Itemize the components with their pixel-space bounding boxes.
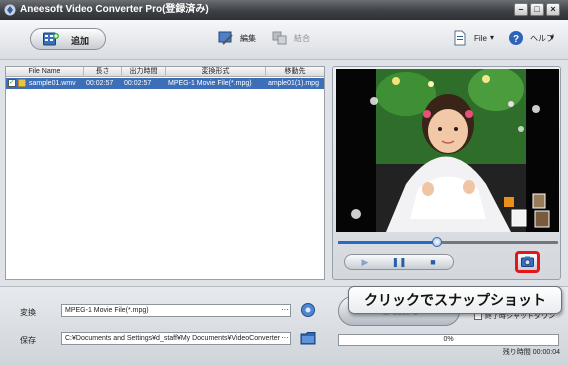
player-controls: ▶ ❚❚ ■ [344,254,454,270]
file-menu[interactable]: File ▾ [452,30,498,48]
format-browse-button[interactable]: ··· [279,305,291,317]
add-button[interactable]: 追加 [30,28,106,50]
path-browse-button[interactable]: ··· [279,333,291,345]
snapshot-button[interactable] [515,251,540,273]
title-bar: Aneesoft Video Converter Pro(登録済み) – □ × [0,0,568,20]
shutdown-label: 終了時シャットダウン [485,313,555,320]
seek-fill [338,241,437,244]
file-icon [454,30,466,46]
edit-button[interactable]: 編集 [218,30,264,48]
folder-icon[interactable] [300,331,316,345]
merge-icon [272,31,287,45]
remaining-time: 残り時間 00:00:04 [502,349,560,356]
progress-bar: 0% [338,334,559,346]
close-button[interactable]: × [546,3,560,16]
help-dropdown-icon: ▾ [550,33,555,42]
add-label: 追加 [71,36,90,46]
row-checkbox[interactable]: ✓ [8,79,16,87]
merge-label: 結合 [294,34,310,43]
cell-duration: 00:02:57 [86,80,114,87]
video-file-icon [18,79,26,87]
column-header-duration[interactable]: 長さ [84,67,122,77]
play-button[interactable]: ▶ [351,256,379,268]
app-logo-icon [4,4,16,16]
edit-label: 編集 [240,34,256,43]
pause-button[interactable]: ❚❚ [385,256,413,268]
window-title: Aneesoft Video Converter Pro(登録済み) [20,4,209,15]
convert-format-field[interactable]: MPEG-1 Movie File(*.mpg) [61,304,291,317]
cell-output-time: 00:02:57 [124,80,152,87]
maximize-button[interactable]: □ [530,3,544,16]
cell-format: MPEG-1 Movie File(*.mpg) [168,80,252,87]
save-path-field[interactable]: C:¥Documents and Settings¥d_staff¥My Doc… [61,332,291,345]
column-header-destination[interactable]: 移動先 [266,67,324,77]
snapshot-callout: クリックでスナップショット [348,286,562,314]
video-preview [336,69,559,232]
convert-format-label: 変換 [20,308,36,317]
video-frame-image [336,69,559,232]
cell-file-name: sample01.wmv [29,80,76,87]
camera-icon [521,256,534,267]
cell-destination: ample01(1).mpg [268,80,319,87]
help-icon: ? [509,31,523,45]
merge-button[interactable]: 結合 [272,30,318,48]
column-header-output-time[interactable]: 出力時間 [122,67,166,77]
seek-handle[interactable] [432,237,442,247]
file-list-header: File Name 長さ 出力時間 変換形式 移動先 [6,67,324,77]
file-label: File [474,34,487,43]
toolbar: 追加 編集 結合 File ▾ ? ヘルプ ▾ [0,20,568,60]
edit-icon [218,31,233,45]
column-header-format[interactable]: 変換形式 [166,67,266,77]
table-row[interactable]: ✓ sample01.wmv 00:02:57 00:02:57 MPEG-1 … [6,78,324,89]
save-path-label: 保存 [20,336,36,345]
minimize-button[interactable]: – [514,3,528,16]
file-dropdown-icon: ▾ [490,33,495,42]
file-list: File Name 長さ 出力時間 変換形式 移動先 ✓ sample01.wm… [5,66,325,280]
svg-text:?: ? [513,34,519,45]
stop-button[interactable]: ■ [419,256,447,268]
seek-bar[interactable] [338,237,558,247]
gear-icon[interactable] [300,302,316,318]
help-menu[interactable]: ? ヘルプ ▾ [508,30,556,48]
add-video-icon [43,32,59,46]
column-header-file-name[interactable]: File Name [6,67,84,77]
